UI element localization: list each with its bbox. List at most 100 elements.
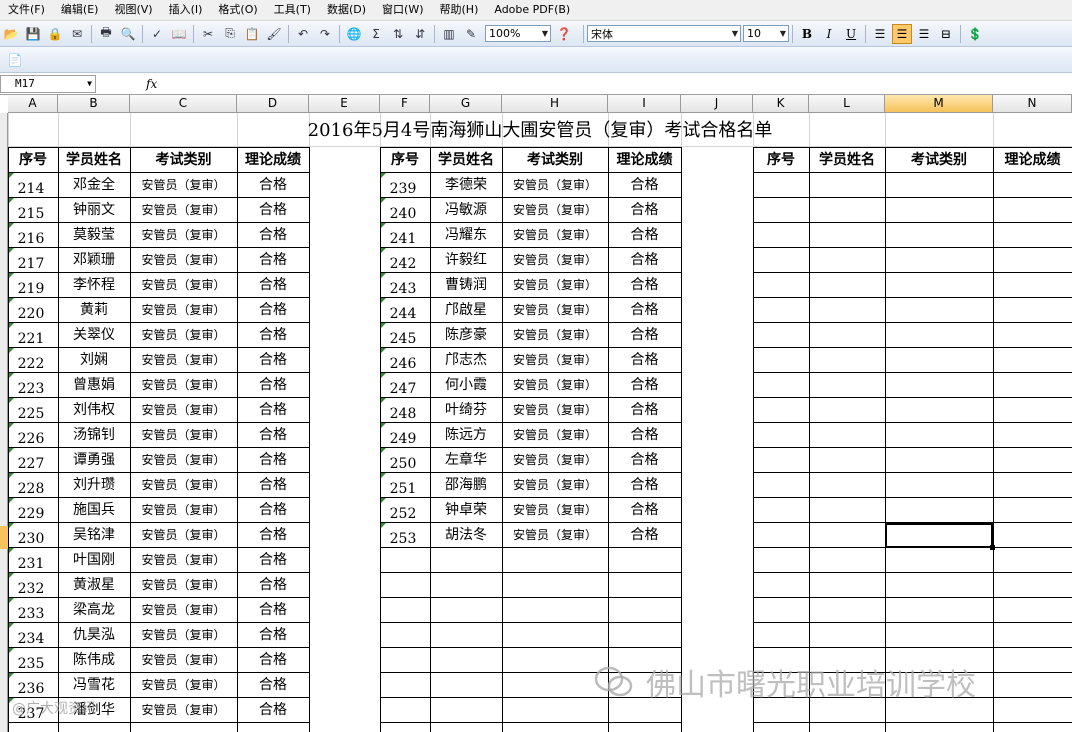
score-cell[interactable]: 合格 [237,423,309,448]
seq-cell[interactable]: 247 [380,377,426,402]
score-cell[interactable]: 合格 [237,173,309,198]
name-cell[interactable]: 黄莉 [58,298,130,323]
type-cell[interactable]: 安管员（复审） [502,448,608,473]
seq-cell[interactable]: 252 [380,502,426,527]
name-cell[interactable]: 冯敏源 [430,198,502,223]
type-cell[interactable]: 安管员（复审） [130,523,237,548]
name-cell[interactable]: 左章华 [430,448,502,473]
seq-cell[interactable]: 216 [8,227,54,252]
name-cell[interactable]: 陈伟成 [58,648,130,673]
seq-cell[interactable]: 228 [8,477,54,502]
seq-cell[interactable]: 229 [8,502,54,527]
seq-cell[interactable]: 215 [8,202,54,227]
permission-icon[interactable]: 🔒 [46,25,64,43]
column-header-l[interactable]: L [809,95,885,113]
name-cell[interactable]: 叶绮芬 [430,398,502,423]
header-cell[interactable]: 学员姓名 [809,148,885,172]
type-cell[interactable]: 安管员（复审） [130,598,237,623]
column-header-b[interactable]: B [58,95,130,113]
active-cell[interactable] [885,523,993,548]
column-header-n[interactable]: N [993,95,1072,113]
menu-item[interactable]: 编辑(E) [53,0,107,20]
column-header-e[interactable]: E [309,95,380,113]
seq-cell[interactable]: 231 [8,552,54,577]
seq-cell[interactable]: 246 [380,352,426,377]
name-cell[interactable]: 邝志杰 [430,348,502,373]
menu-item[interactable]: 视图(V) [106,0,160,20]
align-center-icon[interactable]: ☰ [892,23,912,44]
header-cell[interactable]: 理论成绩 [993,148,1072,172]
name-cell[interactable]: 钟丽文 [58,198,130,223]
score-cell[interactable]: 合格 [608,198,681,223]
seq-cell[interactable]: 241 [380,227,426,252]
seq-cell[interactable]: 240 [380,202,426,227]
seq-cell[interactable]: 221 [8,327,54,352]
name-cell[interactable]: 李怀程 [58,273,130,298]
type-cell[interactable]: 安管员（复审） [502,398,608,423]
type-cell[interactable]: 安管员（复审） [130,323,237,348]
name-cell[interactable]: 李德荣 [430,173,502,198]
name-cell[interactable]: 邓金全 [58,173,130,198]
type-cell[interactable]: 安管员（复审） [502,223,608,248]
seq-cell[interactable]: 217 [8,252,54,277]
type-cell[interactable]: 安管员（复审） [502,173,608,198]
score-cell[interactable]: 合格 [608,348,681,373]
font-size-select[interactable]: 10 ▼ [743,25,789,42]
seq-cell[interactable]: 250 [380,452,426,477]
open-icon[interactable]: 📂 [2,25,20,43]
type-cell[interactable]: 安管员（复审） [502,198,608,223]
score-cell[interactable]: 合格 [237,373,309,398]
column-header-i[interactable]: I [608,95,681,113]
name-cell[interactable]: 邝啟星 [430,298,502,323]
name-cell[interactable]: 钟卓荣 [430,498,502,523]
name-cell[interactable]: 邵海鹏 [430,473,502,498]
header-cell[interactable]: 理论成绩 [608,148,681,172]
type-cell[interactable]: 安管员（复审） [130,223,237,248]
score-cell[interactable]: 合格 [237,548,309,573]
paste-icon[interactable]: 📋 [243,25,261,43]
score-cell[interactable]: 合格 [237,198,309,223]
seq-cell[interactable]: 242 [380,252,426,277]
name-cell[interactable]: 关翠仪 [58,323,130,348]
type-cell[interactable]: 安管员（复审） [130,398,237,423]
score-cell[interactable]: 合格 [237,698,309,723]
column-header-j[interactable]: J [681,95,753,113]
score-cell[interactable]: 合格 [237,273,309,298]
print-preview-icon[interactable]: 🔍 [119,25,137,43]
score-cell[interactable]: 合格 [237,323,309,348]
seq-cell[interactable]: 253 [380,527,426,552]
align-left-icon[interactable]: ☰ [870,24,890,44]
seq-cell[interactable]: 234 [8,627,54,652]
type-cell[interactable]: 安管员（复审） [130,573,237,598]
type-cell[interactable]: 安管员（复审） [130,648,237,673]
column-header-f[interactable]: F [380,95,430,113]
email-icon[interactable]: ✉ [68,25,86,43]
seq-cell[interactable]: 230 [8,527,54,552]
seq-cell[interactable]: 222 [8,352,54,377]
name-cell[interactable]: 胡法冬 [430,523,502,548]
undo-icon[interactable]: ↶ [294,25,312,43]
score-cell[interactable]: 合格 [237,623,309,648]
seq-cell[interactable]: 227 [8,452,54,477]
type-cell[interactable]: 安管员（复审） [130,698,237,723]
header-cell[interactable]: 考试类别 [502,148,608,172]
header-cell[interactable]: 理论成绩 [237,148,309,172]
fx-icon[interactable]: fx [146,77,157,91]
score-cell[interactable]: 合格 [608,398,681,423]
format-painter-icon[interactable]: 🖌 [265,25,283,43]
align-right-icon[interactable]: ☰ [914,24,934,44]
type-cell[interactable]: 安管员（复审） [502,298,608,323]
research-icon[interactable]: 📖 [170,25,188,43]
seq-cell[interactable]: 249 [380,427,426,452]
name-cell[interactable]: 陈远方 [430,423,502,448]
seq-cell[interactable]: 239 [380,177,426,202]
merge-center-icon[interactable]: ⊟ [936,24,956,44]
redo-icon[interactable]: ↷ [316,25,334,43]
score-cell[interactable]: 合格 [237,473,309,498]
seq-cell[interactable]: 219 [8,277,54,302]
name-cell[interactable]: 刘娴 [58,348,130,373]
type-cell[interactable]: 安管员（复审） [502,423,608,448]
type-cell[interactable]: 安管员（复审） [502,248,608,273]
cut-icon[interactable]: ✂ [199,25,217,43]
name-cell[interactable]: 刘伟权 [58,398,130,423]
